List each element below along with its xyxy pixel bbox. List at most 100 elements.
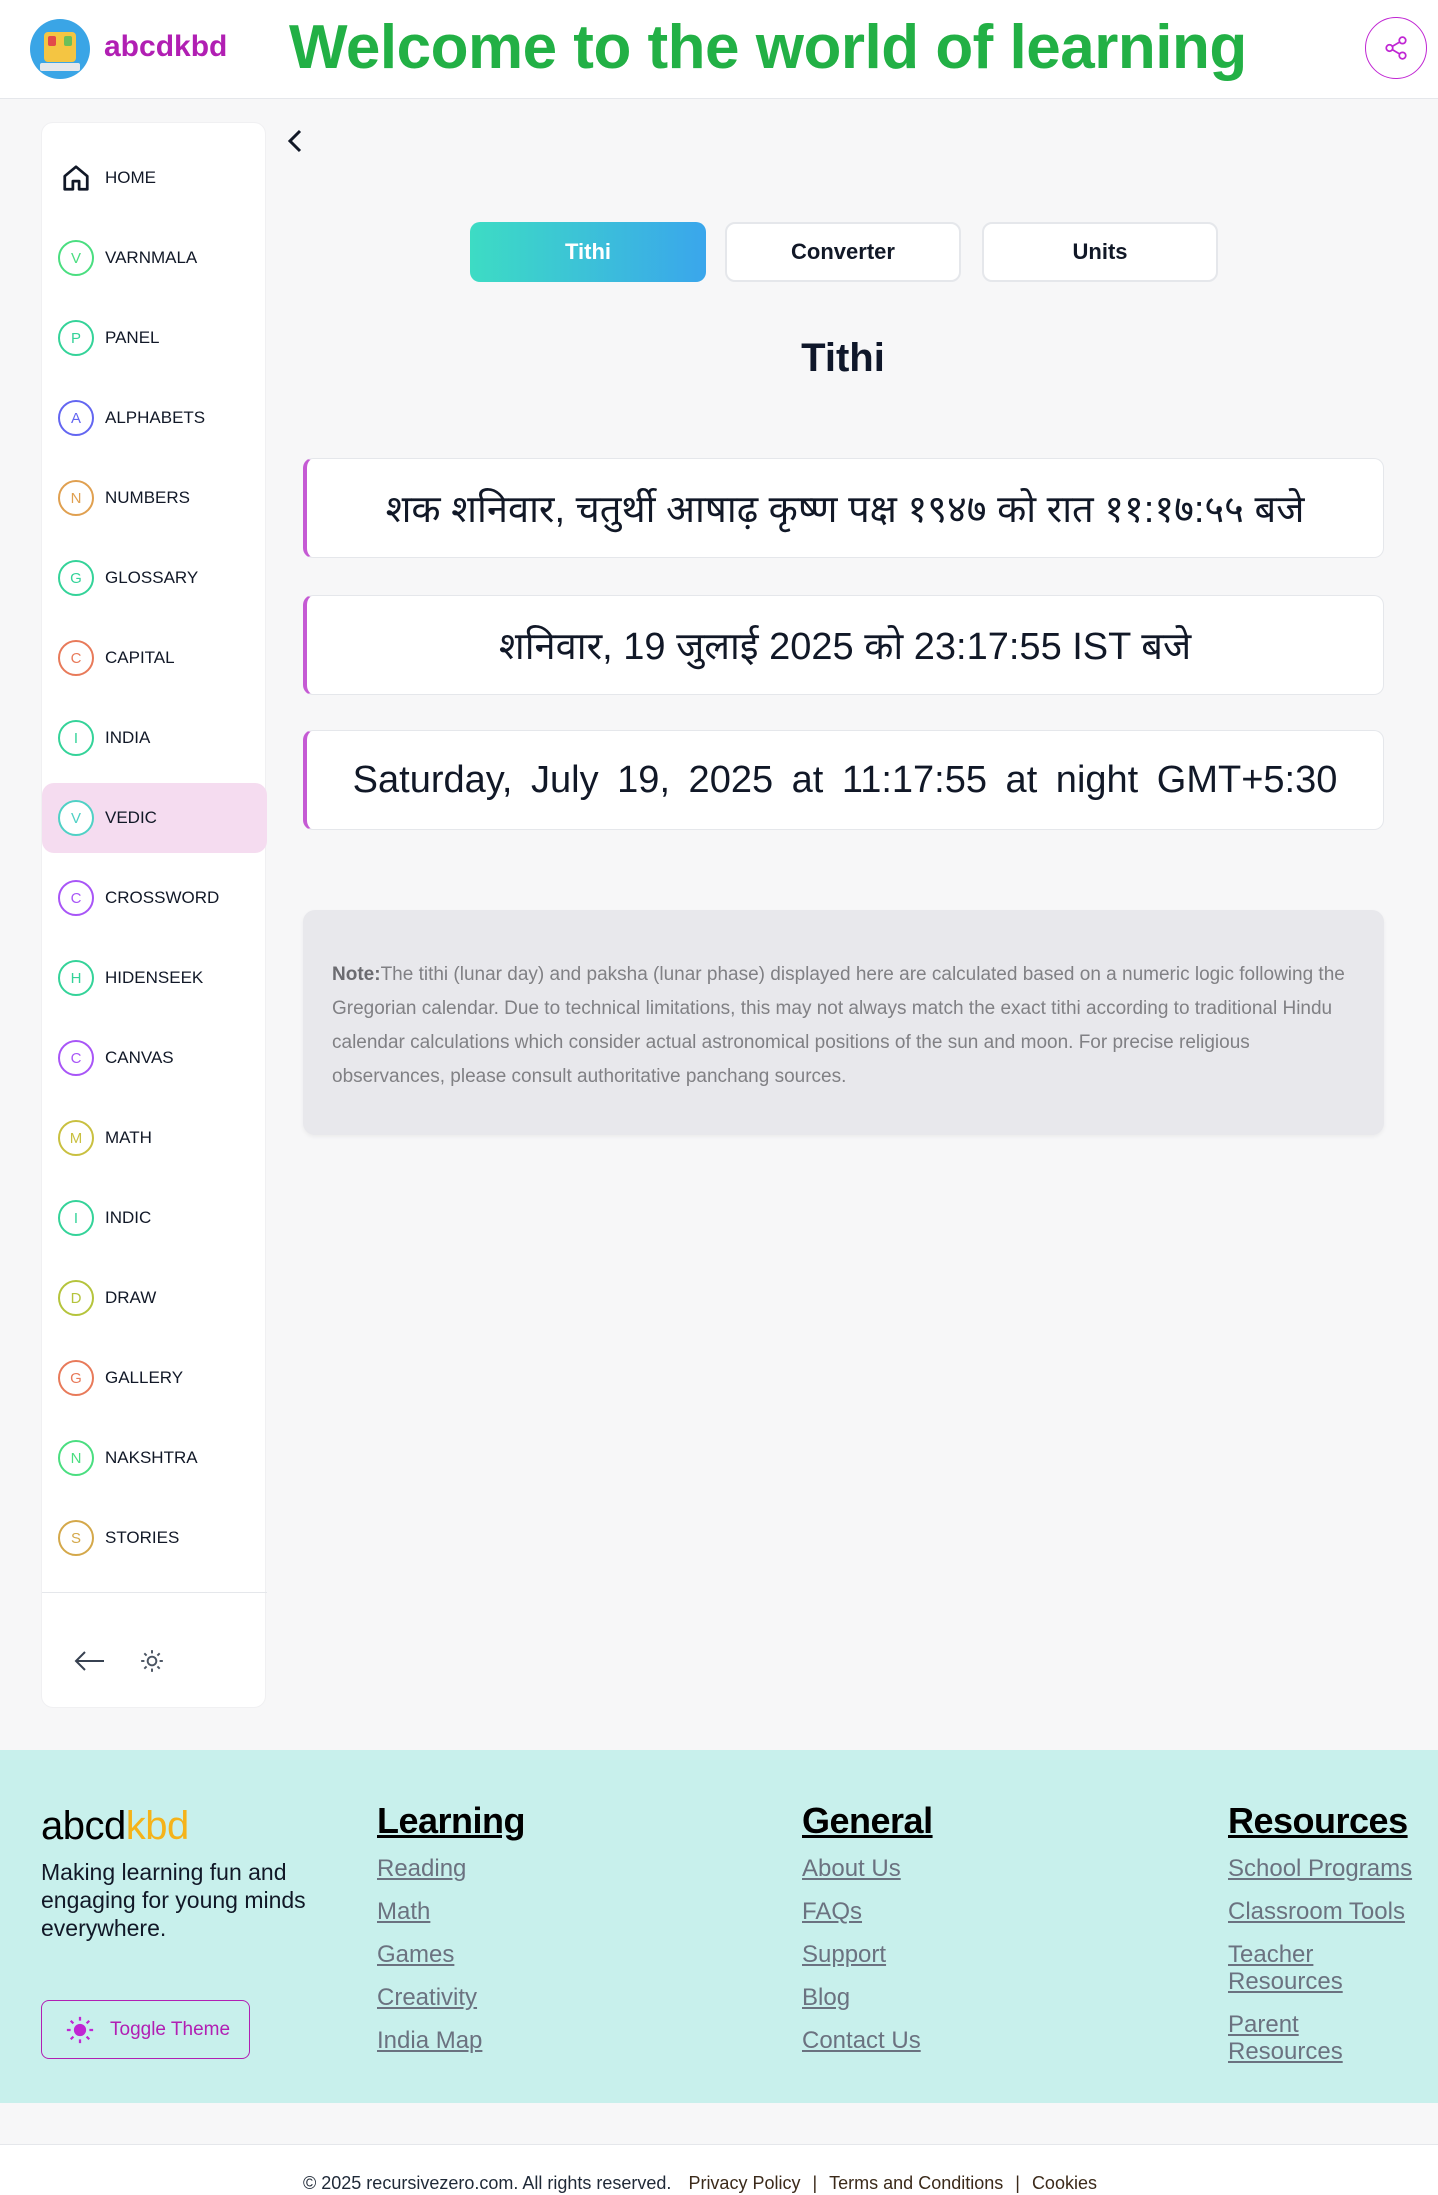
sidebar-item-math[interactable]: M MATH: [42, 1103, 267, 1173]
collapse-sidebar-button[interactable]: [72, 1643, 108, 1679]
copyright-bar: © 2025 recursivezero.com. All rights res…: [0, 2144, 1438, 2195]
english-date-card: Saturday, July 19, 2025 at 11:17:55 at n…: [303, 730, 1384, 830]
hindi-date-card: शनिवार, 19 जुलाई 2025 को 23:17:55 IST बज…: [303, 595, 1384, 695]
sidebar-item-glossary[interactable]: G GLOSSARY: [42, 543, 267, 613]
footer-link-creativity[interactable]: Creativity: [377, 1984, 525, 2011]
sidebar-item-crossword[interactable]: C CROSSWORD: [42, 863, 267, 933]
footer-link-classroom-tools[interactable]: Classroom Tools: [1228, 1898, 1428, 1925]
separator: |: [812, 2173, 818, 2193]
footer-link-games[interactable]: Games: [377, 1941, 525, 1968]
footer-learning-column: Learning Reading Math Games Creativity I…: [377, 1800, 526, 2070]
sidebar-item-label: DRAW: [105, 1288, 157, 1307]
sidebar-item-label: HIDENSEEK: [105, 968, 204, 987]
letter-m-icon: M: [58, 1120, 94, 1156]
sidebar-item-label: CANVAS: [105, 1048, 174, 1067]
sidebar-item-label: INDIC: [105, 1208, 152, 1227]
sidebar-item-alphabets[interactable]: A ALPHABETS: [42, 383, 267, 453]
tab-converter[interactable]: Converter: [725, 222, 961, 282]
sidebar-item-label: CROSSWORD: [105, 888, 220, 907]
footer-link-reading[interactable]: Reading: [377, 1855, 525, 1882]
footer-resources-column: Resources School Programs Classroom Tool…: [1228, 1800, 1428, 2081]
welcome-heading: Welcome to the world of learning: [289, 13, 1247, 82]
sidebar-item-numbers[interactable]: N NUMBERS: [42, 463, 267, 533]
theme-toggle-icon-button[interactable]: [134, 1643, 170, 1679]
back-button[interactable]: [280, 126, 310, 156]
tab-tithi[interactable]: Tithi: [470, 222, 706, 282]
footer-link-india-map[interactable]: India Map: [377, 2027, 525, 2054]
letter-c-icon: C: [58, 1040, 94, 1076]
sun-icon: [64, 2014, 96, 2046]
sidebar-item-label: PANEL: [105, 328, 160, 347]
letter-s-icon: S: [58, 1520, 94, 1556]
sidebar-item-india[interactable]: I INDIA: [42, 703, 267, 773]
toggle-theme-button[interactable]: Toggle Theme: [41, 2000, 250, 2059]
sidebar-item-home[interactable]: HOME: [42, 143, 267, 213]
share-button[interactable]: [1365, 17, 1427, 79]
sidebar-item-varnmala[interactable]: V VARNMALA: [42, 223, 267, 293]
page-title: Tithi: [801, 336, 885, 380]
sidebar-item-vedic[interactable]: V VEDIC: [42, 783, 267, 853]
footer-general-column: General About Us FAQs Support Blog Conta…: [802, 1800, 933, 2070]
footer: abcdkbd Making learning fun and engaging…: [0, 1750, 1438, 2103]
footer-link-contact-us[interactable]: Contact Us: [802, 2027, 933, 2054]
footer-link-faqs[interactable]: FAQs: [802, 1898, 933, 1925]
sidebar-item-label: MATH: [105, 1128, 152, 1147]
tab-units[interactable]: Units: [982, 222, 1218, 282]
cookies-link[interactable]: Cookies: [1032, 2173, 1097, 2193]
letter-p-icon: P: [58, 320, 94, 356]
letter-i-icon: I: [58, 720, 94, 756]
footer-link-school-programs[interactable]: School Programs: [1228, 1855, 1428, 1882]
letter-h-icon: H: [58, 960, 94, 996]
footer-link-support[interactable]: Support: [802, 1941, 933, 1968]
separator: |: [1015, 2173, 1020, 2193]
sidebar-item-label: CAPITAL: [105, 648, 175, 667]
privacy-policy-link[interactable]: Privacy Policy: [688, 2173, 800, 2193]
sidebar-item-canvas[interactable]: C CANVAS: [42, 1023, 267, 1093]
letter-v-icon: V: [58, 240, 94, 276]
toggle-theme-label: Toggle Theme: [110, 2018, 231, 2040]
sidebar-divider: [42, 1592, 267, 1593]
sidebar-item-nakshtra[interactable]: N NAKSHTRA: [42, 1423, 267, 1493]
sidebar-item-draw[interactable]: D DRAW: [42, 1263, 267, 1333]
share-icon: [1385, 36, 1407, 60]
logo-icon[interactable]: [30, 19, 90, 79]
footer-link-math[interactable]: Math: [377, 1898, 525, 1925]
footer-link-blog[interactable]: Blog: [802, 1984, 933, 2011]
copyright-text: © 2025 recursivezero.com. All rights res…: [303, 2173, 672, 2193]
home-icon: [58, 160, 94, 196]
sidebar-item-indic[interactable]: I INDIC: [42, 1183, 267, 1253]
footer-link-teacher-resources[interactable]: Teacher Resources: [1228, 1941, 1358, 1995]
letter-d-icon: D: [58, 1280, 94, 1316]
footer-general-title: General: [802, 1800, 933, 1841]
sidebar-item-label: STORIES: [105, 1528, 180, 1547]
footer-resources-title: Resources: [1228, 1800, 1408, 1841]
sidebar-item-gallery[interactable]: G GALLERY: [42, 1343, 267, 1413]
sidebar-item-label: ALPHABETS: [105, 408, 206, 427]
footer-brand[interactable]: abcdkbd: [41, 1804, 189, 1849]
footer-brand-part-b: kbd: [125, 1804, 190, 1848]
letter-n-icon: N: [58, 480, 94, 516]
sidebar-item-hidenseek[interactable]: H HIDENSEEK: [42, 943, 267, 1013]
sidebar-item-panel[interactable]: P PANEL: [42, 303, 267, 373]
shaka-date-card: शक शनिवार, चतुर्थी आषाढ़ कृष्ण पक्ष १९४७…: [303, 458, 1384, 558]
sidebar-item-label: VARNMALA: [105, 248, 198, 267]
footer-tagline: Making learning fun and engaging for you…: [41, 1859, 306, 1941]
footer-brand-part-a: abcd: [41, 1804, 126, 1848]
sidebar-item-label: HOME: [105, 168, 156, 187]
sidebar-item-label: NAKSHTRA: [105, 1448, 198, 1467]
brand-name[interactable]: abcdkbd: [104, 30, 227, 64]
copyright-line: © 2025 recursivezero.com. All rights res…: [303, 2173, 1097, 2194]
arrow-left-icon: [74, 1651, 104, 1671]
chevron-left-icon: [287, 129, 302, 153]
sidebar-item-capital[interactable]: C CAPITAL: [42, 623, 267, 693]
footer-link-about-us[interactable]: About Us: [802, 1855, 933, 1882]
letter-c-icon: C: [58, 880, 94, 916]
top-header: abcdkbd Welcome to the world of learning: [0, 0, 1438, 99]
sidebar: HOME V VARNMALA P PANEL A ALPHABETS N NUMBERS G GL…: [41, 122, 267, 1708]
footer-link-parent-resources[interactable]: Parent Resources: [1228, 2011, 1358, 2065]
sidebar-item-label: GLOSSARY: [105, 568, 199, 587]
sidebar-item-stories[interactable]: S STORIES: [42, 1503, 267, 1573]
letter-c-icon: C: [58, 640, 94, 676]
terms-link[interactable]: Terms and Conditions: [829, 2173, 1003, 2193]
letter-v-icon: V: [58, 800, 94, 836]
